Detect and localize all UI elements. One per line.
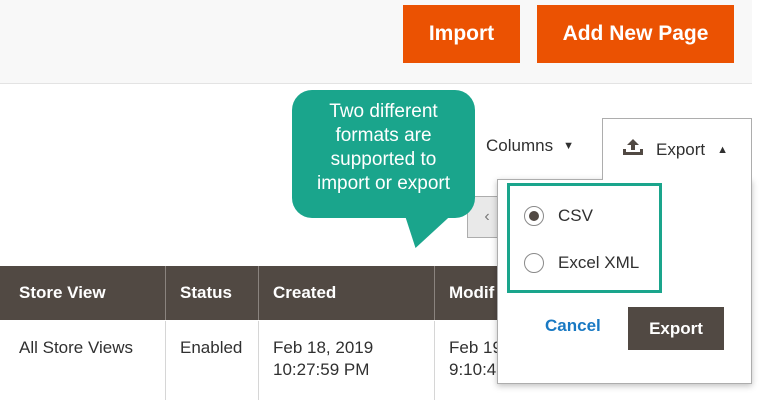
created-date: Feb 18, 2019 (273, 338, 374, 357)
column-header-status[interactable]: Status (166, 266, 259, 320)
export-button[interactable]: Export (628, 307, 724, 350)
export-dropdown-toggle[interactable]: Export ▲ (602, 118, 752, 180)
caret-up-icon: ▲ (717, 143, 729, 156)
callout-line: formats are (335, 125, 432, 146)
callout-line: import or export (316, 173, 451, 194)
callout-line: supported to (330, 149, 437, 170)
export-toggle-label: Export (656, 139, 706, 159)
column-header-created[interactable]: Created (259, 266, 435, 320)
callout-pointer (404, 214, 464, 248)
radio-button[interactable] (524, 253, 544, 273)
cell-status: Enabled (166, 321, 259, 400)
radio-button-checked[interactable] (524, 206, 544, 226)
columns-dropdown[interactable]: Columns ▼ (486, 134, 574, 158)
column-header-store-view[interactable]: Store View (0, 266, 166, 320)
cell-store-view: All Store Views (0, 321, 166, 400)
add-new-page-button[interactable]: Add New Page (537, 5, 734, 63)
cell-created: Feb 18, 2019 10:27:59 PM (259, 321, 435, 400)
created-time: 10:27:59 PM (273, 360, 370, 379)
import-button[interactable]: Import (403, 5, 520, 63)
export-format-option-csv[interactable]: CSV (524, 204, 593, 228)
upload-icon (622, 138, 644, 161)
chevron-left-icon: ‹ (484, 208, 490, 225)
callout-line: Two different (329, 101, 438, 122)
annotation-callout: Two different formats are supported to i… (292, 90, 475, 218)
caret-down-icon: ▼ (563, 140, 574, 152)
export-format-option-excel-xml[interactable]: Excel XML (524, 251, 639, 275)
option-label: Excel XML (558, 253, 640, 272)
cancel-button[interactable]: Cancel (545, 316, 601, 336)
format-options-highlight (507, 183, 662, 293)
option-label: CSV (558, 206, 593, 225)
columns-label: Columns (486, 136, 554, 155)
